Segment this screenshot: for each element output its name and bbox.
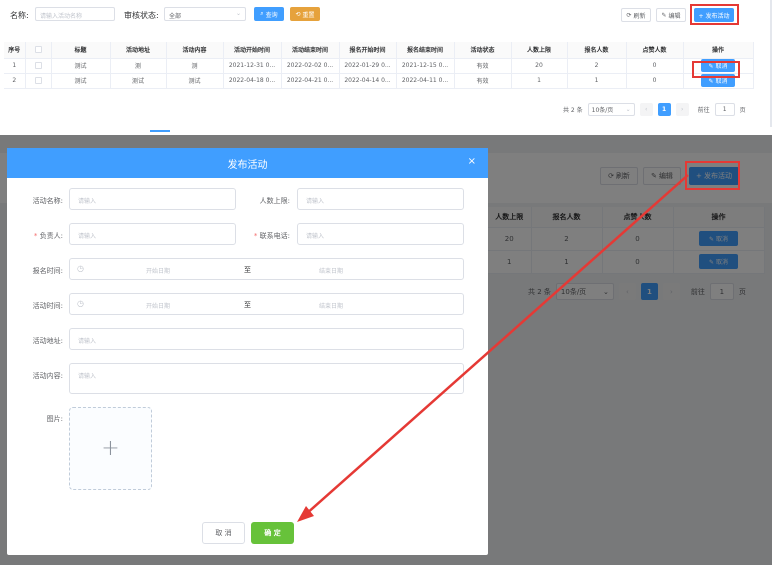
annotation-arrow [297,174,689,522]
annotation-arrow-line [304,174,689,516]
